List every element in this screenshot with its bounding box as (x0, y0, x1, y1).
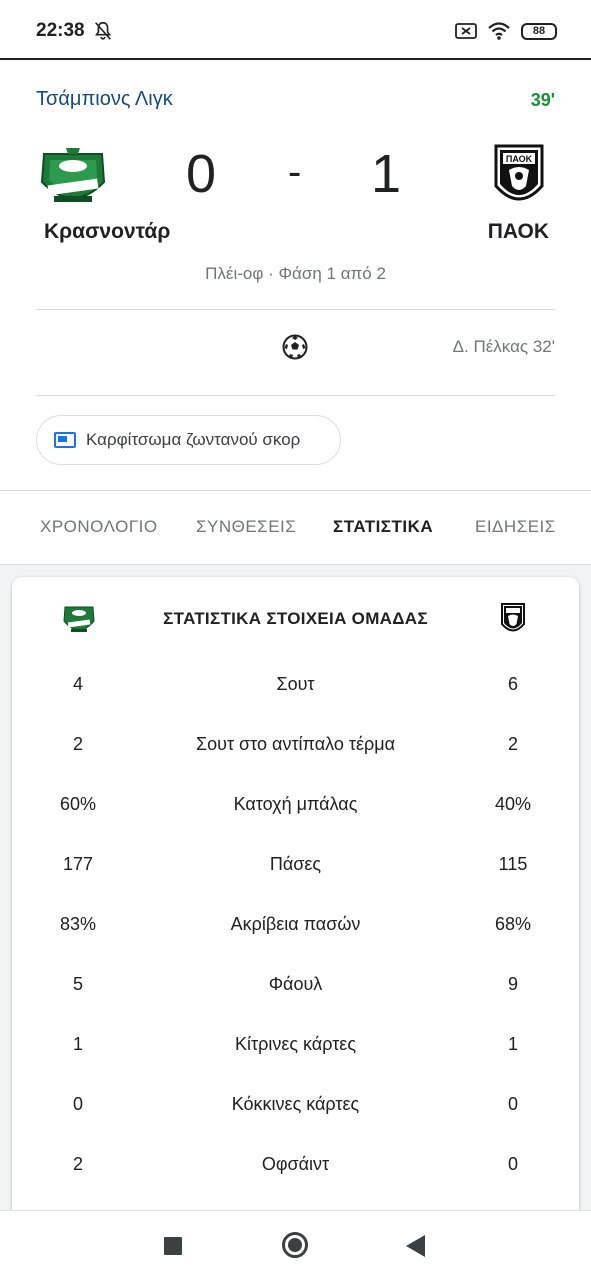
divider (36, 309, 555, 310)
stat-away-value: 40% (494, 794, 532, 814)
stat-home-value: 2 (72, 1154, 83, 1174)
away-team-name[interactable]: ΠΑΟΚ (488, 220, 549, 244)
pin-button-label: Καρφίτσωμα ζωντανού σκορ (86, 430, 301, 449)
stat-away-value: 2 (507, 734, 518, 754)
stat-row-red-cards: 0 Κόκκινες κάρτες 0 (12, 1094, 579, 1124)
tab-timeline[interactable]: ΧΡΟΝΟΛΟΓΙΟ (40, 517, 158, 537)
tab-stats[interactable]: ΣΤΑΤΙΣΤΙΚΑ (333, 517, 433, 537)
home-score: 0 (186, 144, 217, 204)
stat-row-possession: 60% Κατοχή μπάλας 40% (12, 794, 579, 824)
stat-label: Κίτρινες κάρτες (234, 1034, 357, 1054)
tab-lineups[interactable]: ΣΥΝΘΕΣΕΙΣ (196, 517, 296, 537)
stat-label: Ακρίβεια πασών (230, 914, 361, 934)
stat-label: Κατοχή μπάλας (233, 794, 358, 814)
stat-home-value: 83% (59, 914, 97, 934)
stat-label: Πάσες (269, 854, 322, 874)
stat-label: Φάουλ (268, 974, 323, 994)
divider (0, 490, 591, 491)
picture-in-picture-icon (54, 432, 76, 448)
paok-logo[interactable]: ΠΑΟΚ (492, 140, 546, 212)
stat-away-value: 68% (494, 914, 532, 934)
stat-label: Κόκκινες κάρτες (231, 1094, 360, 1114)
sim-error-icon (455, 23, 477, 39)
tab-news[interactable]: ΕΙΔΗΣΕΙΣ (475, 517, 556, 537)
krasnodar-logo[interactable] (36, 140, 110, 212)
stat-label: Σουτ (276, 674, 315, 694)
stat-away-value: 9 (507, 974, 518, 994)
stat-row-shots: 4 Σουτ 6 (12, 674, 579, 704)
match-stage: Πλέι-οφ · Φάση 1 από 2 (205, 264, 386, 283)
paok-logo (501, 603, 525, 632)
stat-home-value: 2 (72, 734, 83, 754)
bell-off-icon (95, 21, 111, 40)
stats-section: ΣΤΑΤΙΣΤΙΚΑ ΣΤΟΙΧΕΙΑ ΟΜΑΔΑΣ 4 Σουτ 6 2 Σο… (0, 565, 591, 1237)
svg-text:ΠΑΟΚ: ΠΑΟΚ (506, 154, 533, 164)
system-nav-bar (0, 1210, 591, 1280)
team-stats-card: ΣΤΑΤΙΣΤΙΚΑ ΣΤΟΙΧΕΙΑ ΟΜΑΔΑΣ 4 Σουτ 6 2 Σο… (12, 577, 579, 1237)
stat-label: Σουτ στο αντίπαλο τέρμα (195, 734, 396, 754)
stat-home-value: 177 (62, 854, 94, 874)
stat-row-passes: 177 Πάσες 115 (12, 854, 579, 884)
tab-bar: ΧΡΟΝΟΛΟΓΙΟ ΣΥΝΘΕΣΕΙΣ ΣΤΑΤΙΣΤΙΚΑ ΕΙΔΗΣΕΙΣ (0, 492, 591, 564)
recents-button[interactable] (164, 1237, 182, 1255)
status-time: 22:38 (36, 20, 85, 41)
home-button[interactable] (282, 1232, 308, 1258)
pin-live-score-button[interactable]: Καρφίτσωμα ζωντανού σκορ (36, 415, 341, 465)
stat-away-value: 0 (507, 1094, 518, 1114)
stat-row-fouls: 5 Φάουλ 9 (12, 974, 579, 1004)
wifi-icon (488, 22, 510, 40)
stat-home-value: 60% (59, 794, 97, 814)
away-score: 1 (371, 144, 402, 204)
home-team-name[interactable]: Κρασνοντάρ (44, 220, 170, 244)
score-separator: - (288, 150, 302, 194)
goal-scorer[interactable]: Δ. Πέλκας 32' (453, 337, 555, 357)
stat-home-value: 4 (72, 674, 83, 694)
live-minute: 39' (530, 90, 555, 110)
stat-away-value: 115 (498, 854, 528, 874)
league-name[interactable]: Τσάμπιονς Λιγκ (36, 88, 173, 111)
back-button[interactable] (406, 1235, 425, 1257)
divider (36, 395, 555, 396)
stat-home-value: 5 (72, 974, 83, 994)
stat-home-value: 1 (72, 1034, 83, 1054)
stat-row-shots-on-target: 2 Σουτ στο αντίπαλο τέρμα 2 (12, 734, 579, 764)
stat-away-value: 0 (507, 1154, 518, 1174)
stat-away-value: 6 (507, 674, 518, 694)
stat-home-value: 0 (72, 1094, 83, 1114)
stat-row-offsides: 2 Οφσάιντ 0 (12, 1154, 579, 1184)
soccer-ball-icon (282, 334, 308, 360)
stat-label: Οφσάιντ (261, 1154, 330, 1174)
stat-row-pass-accuracy: 83% Ακρίβεια πασών 68% (12, 914, 579, 944)
stat-away-value: 1 (507, 1034, 518, 1054)
stats-title: ΣΤΑΤΙΣΤΙΚΑ ΣΤΟΙΧΕΙΑ ΟΜΑΔΑΣ (163, 609, 428, 628)
battery-icon: 88 (521, 22, 557, 40)
status-bar: 22:38 88 (0, 0, 591, 60)
stat-row-yellow-cards: 1 Κίτρινες κάρτες 1 (12, 1034, 579, 1064)
